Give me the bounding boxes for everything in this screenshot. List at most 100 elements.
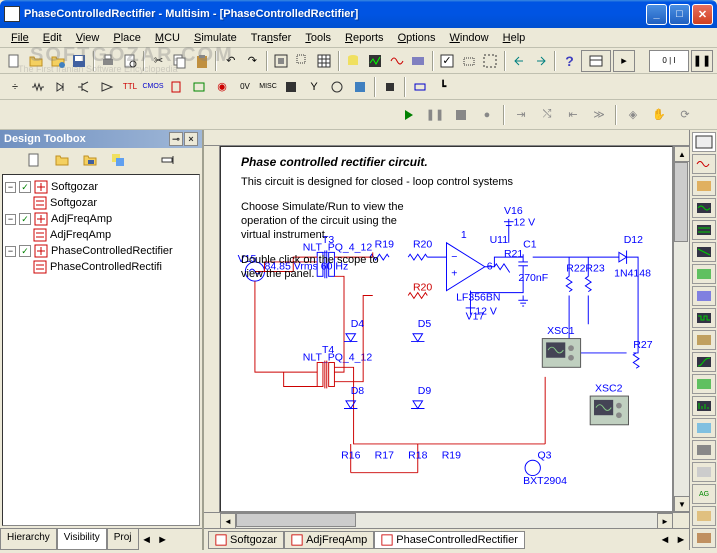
open-file-button[interactable]: [26, 50, 47, 72]
tree-child-softgozar[interactable]: Softgozar: [5, 195, 197, 211]
scroll-right-button[interactable]: ►: [657, 513, 673, 529]
menu-view[interactable]: View: [69, 30, 107, 46]
capture-button[interactable]: [458, 50, 479, 72]
tree-toggle-icon[interactable]: −: [5, 182, 16, 193]
in-use-dropdown-button[interactable]: ▸: [613, 50, 635, 72]
rf-button[interactable]: Y: [303, 76, 325, 98]
function-generator-button[interactable]: [692, 154, 716, 174]
spreadsheet-button[interactable]: [314, 50, 335, 72]
grapher-button[interactable]: [365, 50, 386, 72]
ni-button[interactable]: [349, 76, 371, 98]
toolbox-new-button[interactable]: [23, 149, 45, 171]
cut-button[interactable]: ✂: [148, 50, 169, 72]
toolbox-rename-button[interactable]: [157, 149, 179, 171]
scroll-left-button[interactable]: ◄: [220, 513, 236, 529]
misc-button[interactable]: MISC: [257, 76, 279, 98]
menu-mcu[interactable]: MCU: [148, 30, 187, 46]
zoom-area-button[interactable]: [292, 50, 313, 72]
tab-visibility[interactable]: Visibility: [57, 529, 107, 550]
logic-converter-button[interactable]: [692, 330, 716, 350]
maximize-button[interactable]: □: [669, 4, 690, 25]
new-file-button[interactable]: [4, 50, 25, 72]
menu-transfer[interactable]: Transfer: [244, 30, 299, 46]
back-annotate-button[interactable]: [509, 50, 530, 72]
toolbox-open-button[interactable]: [51, 149, 73, 171]
minimize-button[interactable]: _: [646, 4, 667, 25]
toolbox-save-button[interactable]: [79, 149, 101, 171]
ttl-component-button[interactable]: TTL: [119, 76, 141, 98]
step-out-button[interactable]: ⇤: [561, 103, 585, 127]
cmos-component-button[interactable]: CMOS: [142, 76, 164, 98]
oscilloscope-button[interactable]: [692, 198, 716, 218]
canvas-tab-softgozar[interactable]: Softgozar: [208, 531, 284, 549]
tree-checkbox[interactable]: ✓: [19, 181, 31, 193]
agilent-scope-button[interactable]: AG: [692, 484, 716, 504]
region-button[interactable]: [480, 50, 501, 72]
tree-checkbox[interactable]: ✓: [19, 213, 31, 225]
schematic-canvas[interactable]: Phase controlled rectifier circuit. This…: [220, 146, 673, 512]
canvas-tab-adjfreqamp[interactable]: AdjFreqAmp: [284, 531, 374, 549]
stop-button[interactable]: [449, 103, 473, 127]
toolbox-close-button[interactable]: ×: [184, 132, 198, 146]
menu-tools[interactable]: Tools: [298, 30, 338, 46]
tree-item-adjfreqamp[interactable]: − ✓ AdjFreqAmp: [5, 211, 197, 227]
agilent-mm-button[interactable]: [692, 462, 716, 482]
hierarchical-block-button[interactable]: [409, 76, 431, 98]
toggle-button[interactable]: ✋: [647, 103, 671, 127]
transistor-component-button[interactable]: [73, 76, 95, 98]
menu-options[interactable]: Options: [391, 30, 443, 46]
canvas-tab-nav-right[interactable]: ►: [673, 534, 689, 546]
logic-analyzer-button[interactable]: [692, 308, 716, 328]
step-to-button[interactable]: ≫: [587, 103, 611, 127]
redo-button[interactable]: ↷: [242, 50, 263, 72]
undo-button[interactable]: ↶: [220, 50, 241, 72]
step-button[interactable]: ⟳: [673, 103, 697, 127]
canvas-tab-nav-left[interactable]: ◄: [657, 534, 673, 546]
network-analyzer-button[interactable]: [692, 418, 716, 438]
tab-nav-right[interactable]: ►: [155, 529, 171, 550]
tree-toggle-icon[interactable]: −: [5, 246, 16, 257]
mixed-component-button[interactable]: [188, 76, 210, 98]
tree-child-phasecontrolled[interactable]: PhaseControlledRectifi: [5, 259, 197, 275]
pause-sim-icon[interactable]: ❚❚: [691, 50, 713, 72]
frequency-counter-button[interactable]: [692, 264, 716, 284]
in-use-list-button[interactable]: [581, 50, 611, 72]
zoom-fit-button[interactable]: [271, 50, 292, 72]
tree-toggle-icon[interactable]: −: [5, 214, 16, 225]
scroll-up-button[interactable]: ▲: [674, 146, 689, 162]
sim-switch-button[interactable]: 0 | I: [649, 50, 689, 72]
save-button[interactable]: [69, 50, 90, 72]
basic-component-button[interactable]: [27, 76, 49, 98]
menu-simulate[interactable]: Simulate: [187, 30, 244, 46]
word-generator-button[interactable]: [692, 286, 716, 306]
copy-button[interactable]: [170, 50, 191, 72]
tektronix-scope-button[interactable]: [692, 506, 716, 526]
multimeter-button[interactable]: [692, 132, 716, 152]
toolbox-layers-button[interactable]: [107, 149, 129, 171]
forward-annotate-button[interactable]: [530, 50, 551, 72]
menu-reports[interactable]: Reports: [338, 30, 391, 46]
run-button[interactable]: [397, 103, 421, 127]
source-component-button[interactable]: ÷: [4, 76, 26, 98]
menu-window[interactable]: Window: [442, 30, 495, 46]
tree-checkbox[interactable]: ✓: [19, 245, 31, 257]
tab-proj[interactable]: Proj: [107, 529, 139, 550]
electrical-rules-button[interactable]: ✓: [437, 50, 458, 72]
labview-instrument-button[interactable]: [692, 528, 716, 548]
record-button[interactable]: ●: [475, 103, 499, 127]
menu-edit[interactable]: Edit: [36, 30, 69, 46]
mcu-button[interactable]: [379, 76, 401, 98]
bode-plotter-button[interactable]: [692, 242, 716, 262]
tree-item-phasecontrolled[interactable]: − ✓ PhaseControlledRectifier: [5, 243, 197, 259]
electromechanical-button[interactable]: [326, 76, 348, 98]
breakpoint-button[interactable]: ◈: [621, 103, 645, 127]
open-sample-button[interactable]: [47, 50, 68, 72]
postprocessor-button[interactable]: [408, 50, 429, 72]
help-button[interactable]: ?: [559, 50, 580, 72]
vertical-scrollbar[interactable]: ▲ ▼: [673, 146, 689, 512]
tab-hierarchy[interactable]: Hierarchy: [0, 529, 57, 550]
print-preview-button[interactable]: [120, 50, 141, 72]
step-into-button[interactable]: ⇥: [509, 103, 533, 127]
close-button[interactable]: ✕: [692, 4, 713, 25]
analysis-button[interactable]: [386, 50, 407, 72]
